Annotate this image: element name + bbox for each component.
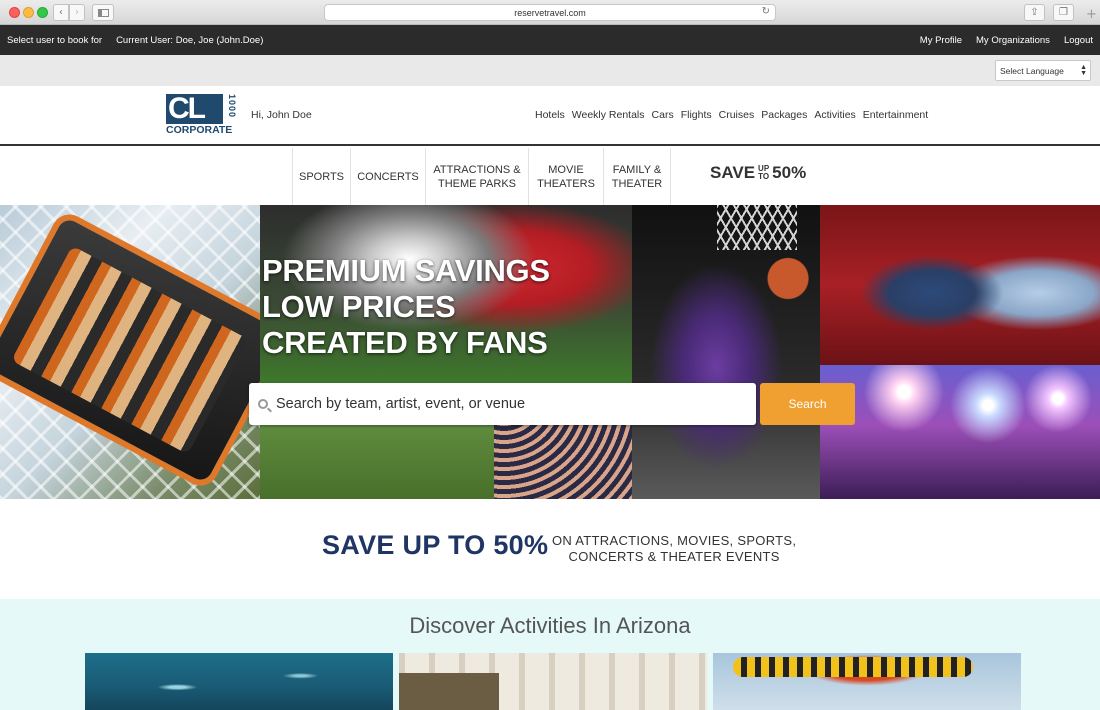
language-bar: Select Language ▲ ▼: [0, 55, 1100, 86]
my-organizations-link[interactable]: My Organizations: [976, 35, 1050, 46]
to-word: TO: [758, 172, 770, 181]
language-select-value: Select Language: [1000, 65, 1064, 76]
save-promo-badge: SAVE UP TO 50%: [710, 163, 806, 183]
main-nav: Hotels Weekly Rentals Cars Flights Cruis…: [535, 109, 928, 121]
select-arrows-icon: ▲ ▼: [1080, 64, 1087, 77]
browser-toolbar: ‹ › reservetravel.com ↻ ⇪ ❐ +: [0, 0, 1100, 25]
minimize-window-button[interactable]: [23, 7, 34, 18]
account-bar: Select user to book for Current User: Do…: [0, 25, 1100, 55]
show-tabs-button[interactable]: ❐: [1053, 4, 1074, 21]
category-attractions[interactable]: ATTRACTIONS & THEME PARKS: [425, 148, 528, 205]
nav-hotels[interactable]: Hotels: [535, 109, 565, 121]
new-tab-button[interactable]: +: [1086, 7, 1097, 22]
logo-letters: CL: [166, 94, 223, 124]
category-family-theater[interactable]: FAMILY & THEATER: [603, 148, 671, 205]
category-label: MOVIE THEATERS: [537, 163, 595, 190]
category-concerts[interactable]: CONCERTS: [350, 148, 425, 205]
site-header: CL 1000 CORPORATE Hi, John Doe Hotels We…: [0, 86, 1100, 146]
nav-activities[interactable]: Activities: [814, 109, 855, 121]
category-label: FAMILY & THEATER: [611, 163, 663, 190]
category-label: CONCERTS: [357, 170, 419, 183]
hero-headline: PREMIUM SAVINGS LOW PRICES CREATED BY FA…: [262, 253, 550, 361]
save-word: SAVE: [710, 163, 756, 182]
event-search-input[interactable]: [276, 396, 736, 412]
sidebar-icon: [97, 8, 109, 17]
logo-side-text: 1000: [227, 94, 237, 119]
basketball-photo: [632, 205, 820, 499]
logo-corporate: CORPORATE: [166, 124, 233, 136]
hero-line: CREATED BY FANS: [262, 325, 548, 360]
nav-cruises[interactable]: Cruises: [719, 109, 755, 121]
search-button[interactable]: Search: [760, 383, 855, 425]
share-button[interactable]: ⇪: [1024, 4, 1045, 21]
category-nav: SPORTS CONCERTS ATTRACTIONS & THEME PARK…: [0, 148, 1100, 205]
zoom-window-button[interactable]: [37, 7, 48, 18]
concert-photo: [820, 365, 1100, 499]
savings-banner: SAVE UP TO 50% ON ATTRACTIONS, MOVIES, S…: [0, 499, 1100, 599]
nav-cars[interactable]: Cars: [652, 109, 674, 121]
coaster-photo: [0, 205, 260, 499]
nav-flights[interactable]: Flights: [681, 109, 712, 121]
activity-card-museum[interactable]: [399, 653, 707, 710]
savings-subtext-line: ON ATTRACTIONS, MOVIES, SPORTS,: [552, 533, 797, 548]
tabs-icon: ❐: [1059, 7, 1068, 18]
save-percent: 50%: [772, 163, 807, 182]
chevron-left-icon: ‹: [59, 7, 63, 18]
movie-theater-photo: [820, 205, 1100, 365]
hero-line: PREMIUM SAVINGS: [262, 253, 550, 288]
language-select[interactable]: Select Language ▲ ▼: [995, 60, 1091, 81]
close-window-button[interactable]: [9, 7, 20, 18]
current-user-label: Current User: Doe, Joe (John.Doe): [116, 34, 264, 46]
back-button[interactable]: ‹: [53, 4, 69, 21]
event-search-box: [249, 383, 756, 425]
forward-button[interactable]: ›: [69, 4, 85, 21]
savings-subtext: ON ATTRACTIONS, MOVIES, SPORTS, CONCERTS…: [552, 533, 796, 565]
activity-card-coaster[interactable]: [713, 653, 1021, 710]
up-to-stack: UP TO: [758, 165, 769, 181]
reload-icon[interactable]: ↻: [762, 6, 770, 17]
my-profile-link[interactable]: My Profile: [920, 35, 962, 46]
select-user-link[interactable]: Select user to book for: [7, 35, 102, 46]
savings-headline: SAVE UP TO 50%: [322, 530, 549, 560]
address-bar[interactable]: reservetravel.com ↻: [324, 4, 776, 21]
url-text: reservetravel.com: [514, 7, 586, 18]
discover-title: Discover Activities In Arizona: [409, 613, 691, 638]
category-sports[interactable]: SPORTS: [292, 148, 350, 205]
category-label: ATTRACTIONS & THEME PARKS: [433, 163, 521, 190]
chevron-right-icon: ›: [75, 7, 79, 18]
activity-card-aquarium[interactable]: [85, 653, 393, 710]
nav-weekly-rentals[interactable]: Weekly Rentals: [572, 109, 645, 121]
nav-packages[interactable]: Packages: [761, 109, 807, 121]
hero-line: LOW PRICES: [262, 289, 456, 324]
nav-entertainment[interactable]: Entertainment: [863, 109, 928, 121]
share-icon: ⇪: [1030, 7, 1039, 18]
search-icon: [258, 399, 268, 409]
site-logo[interactable]: CL 1000 CORPORATE: [166, 94, 237, 136]
category-movie-theaters[interactable]: MOVIE THEATERS: [528, 148, 603, 205]
sidebar-toggle-button[interactable]: [92, 4, 114, 21]
hero-banner: PREMIUM SAVINGS LOW PRICES CREATED BY FA…: [0, 205, 1100, 499]
logout-link[interactable]: Logout: [1064, 35, 1093, 46]
category-label: SPORTS: [298, 170, 345, 183]
discover-section: Discover Activities In Arizona: [0, 599, 1100, 710]
savings-subtext-line: CONCERTS & THEATER EVENTS: [568, 549, 780, 564]
user-greeting: Hi, John Doe: [251, 109, 312, 121]
